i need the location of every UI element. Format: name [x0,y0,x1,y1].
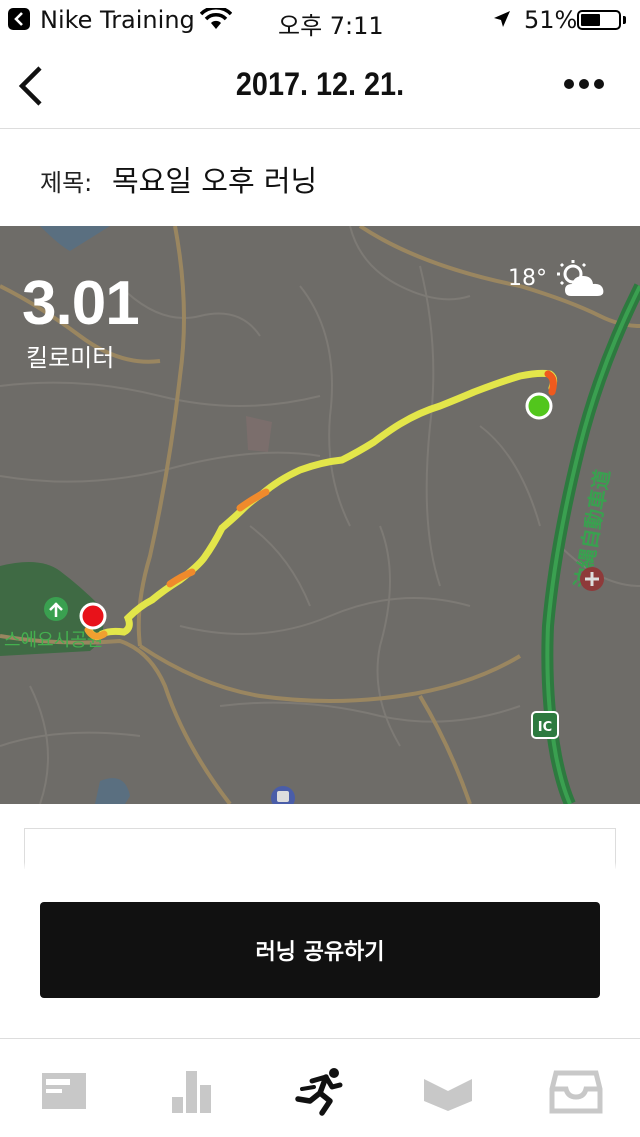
activity-chart-icon[interactable] [164,1067,220,1117]
wifi-icon [200,8,232,29]
interchange-icon: IC [531,711,559,739]
status-app-name[interactable]: Nike Training [40,6,195,34]
share-run-button[interactable]: 러닝 공유하기 [40,902,600,998]
transit-icon [271,786,295,804]
run-title-label: 제목: [40,169,93,197]
more-options-icon[interactable] [560,76,608,90]
partly-cloudy-icon [557,260,604,296]
scroll-fade [0,862,640,870]
status-bar: Nike Training 오후 7:11 51% [0,0,640,40]
tab-bar [0,1038,640,1137]
svg-text:IC: IC [538,720,552,735]
park-icon [44,597,68,621]
battery-nub [623,16,626,24]
location-arrow-icon [494,11,510,27]
inbox-icon[interactable] [548,1067,604,1117]
feed-icon[interactable] [36,1067,92,1117]
back-to-app-icon[interactable] [8,8,30,30]
distance-unit: 킬로미터 [26,344,115,372]
run-title-row[interactable]: 제목: 목요일 오후 러닝 [0,129,640,225]
route-map[interactable]: 沖縄自動車道 IC 스에요시공원 3.01 킬로미터 18° [0,226,640,804]
finish-marker [79,602,107,630]
temperature: 18° [508,266,547,291]
route-fast-segment [236,488,270,512]
club-icon[interactable] [420,1067,476,1117]
start-marker [525,392,553,420]
hospital-icon [580,567,604,591]
run-title-value[interactable]: 목요일 오후 러닝 [112,158,317,200]
battery-percent: 51% [524,6,578,34]
status-time: 오후 7:11 [278,12,384,40]
distance-value: 3.01 [22,269,140,338]
nav-bar: 2017. 12. 21. [0,40,640,129]
run-icon[interactable] [292,1067,348,1117]
page-title: 2017. 12. 21. [235,66,405,102]
battery-icon [577,10,621,30]
